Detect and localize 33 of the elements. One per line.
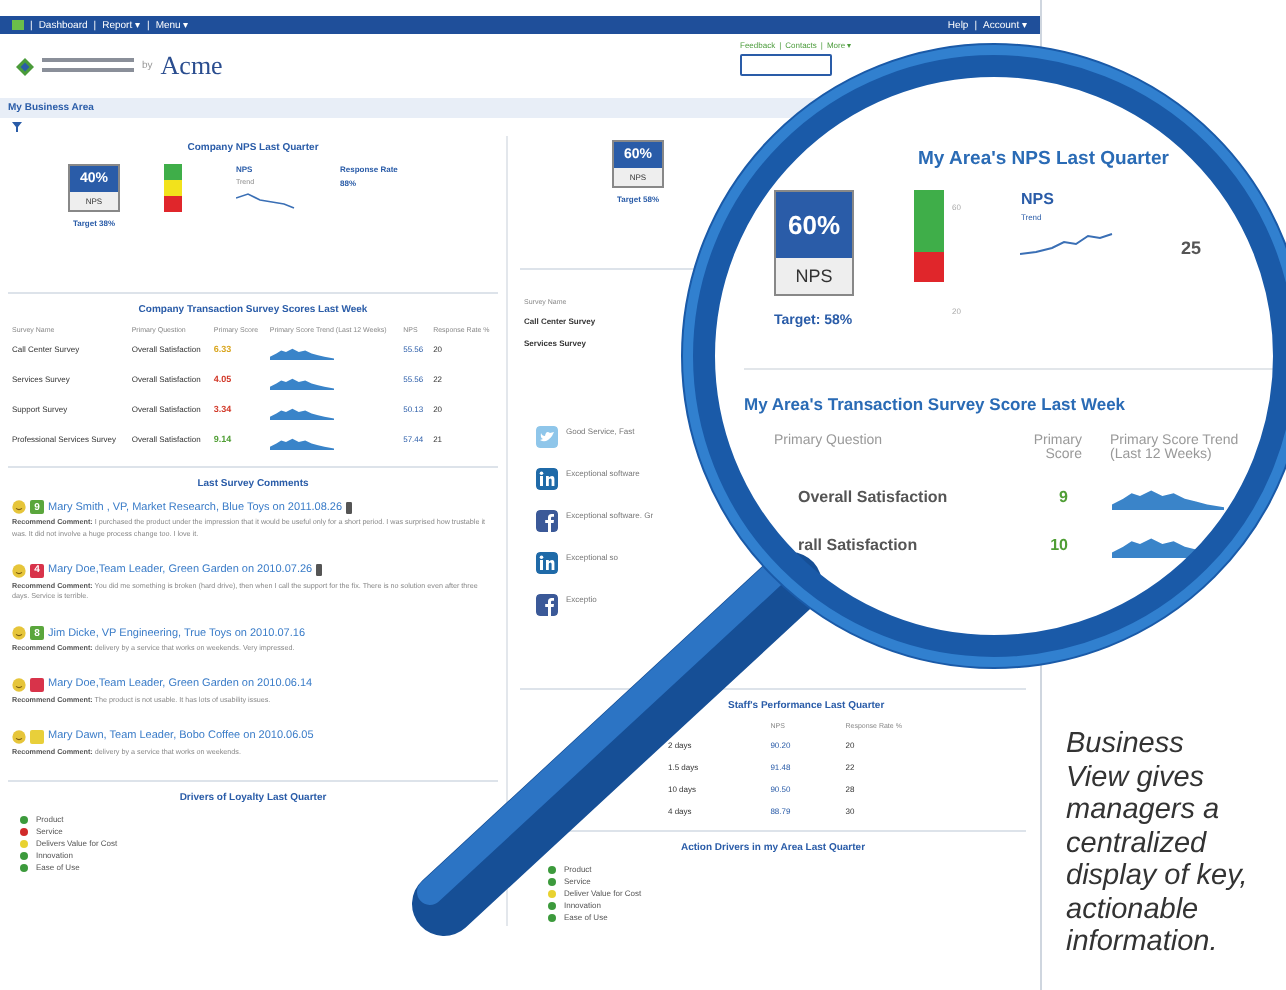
panel-title: My Area's NPS Last Quarter [918, 148, 1171, 170]
phone-icon[interactable] [316, 564, 323, 576]
search-field[interactable] [740, 54, 832, 76]
smiley-icon [12, 729, 26, 743]
table-cell-text: rall Satisfaction [798, 535, 920, 553]
nps-bar [914, 190, 944, 282]
nps-label: NPS [776, 258, 852, 294]
response-rate-value: 25 [1180, 238, 1201, 262]
smiley-icon [12, 563, 26, 577]
facebook-icon[interactable] [536, 594, 558, 616]
table-cell-text: Overall Satisfaction [798, 487, 950, 505]
linkedin-icon[interactable] [536, 468, 558, 490]
panel-title: My Area's Transaction Survey Score Last Week [744, 368, 1274, 414]
caption-text: Business View gives managers a centralized display of key, actionable information. [1066, 728, 1250, 959]
score-cell-text: 10 [1048, 535, 1068, 553]
trend-sparkline [236, 190, 296, 210]
phone-icon[interactable] [346, 501, 353, 513]
trend-title: NPS [1020, 190, 1056, 208]
facebook-icon[interactable] [536, 510, 558, 532]
linkedin-icon[interactable] [536, 552, 558, 574]
nps-value: 60% [776, 192, 852, 258]
smiley-icon [12, 626, 26, 640]
filter-icon[interactable] [12, 122, 22, 132]
trend-sparkline [269, 404, 334, 420]
score-cell-text: 9 [1057, 487, 1068, 505]
smiley-icon [12, 500, 26, 514]
trend-sparkline [269, 344, 334, 360]
smiley-icon [12, 677, 26, 692]
trend-sparkline [269, 434, 334, 450]
brand-logo: Acme [160, 50, 223, 82]
logo-icon [16, 57, 34, 75]
trend-sparkline [269, 374, 334, 390]
logo-wordmark-drawing [42, 56, 134, 76]
